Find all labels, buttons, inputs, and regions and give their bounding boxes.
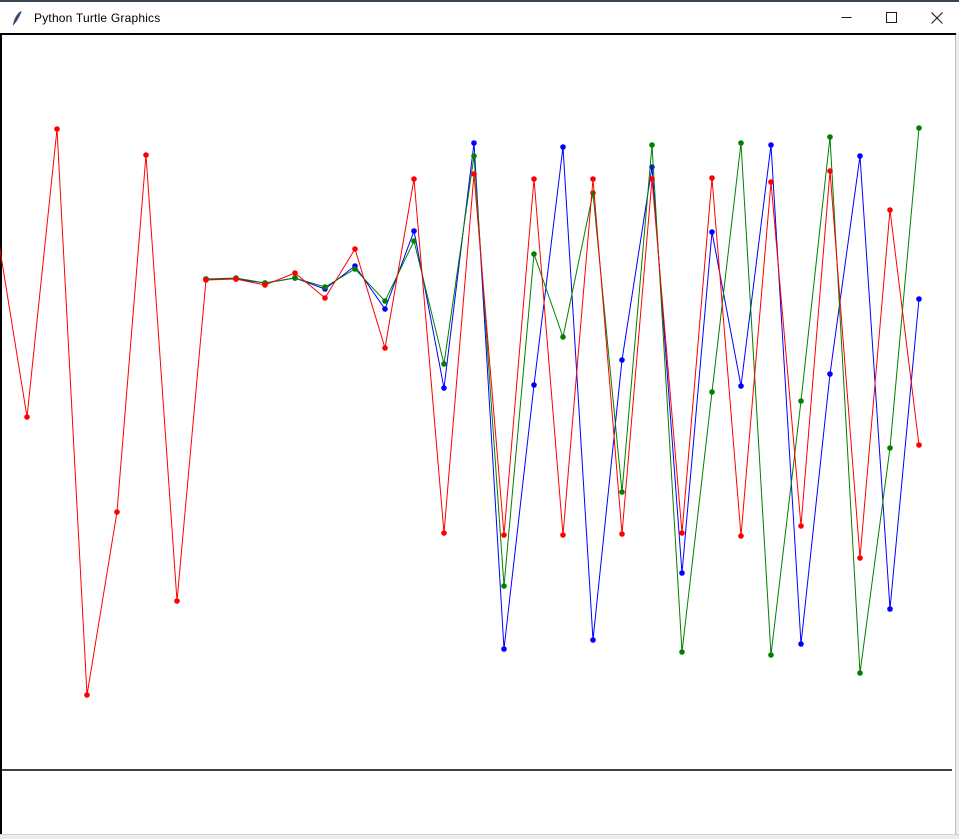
- maximize-icon: [886, 12, 897, 23]
- close-icon: [931, 12, 943, 24]
- window-title: Python Turtle Graphics: [34, 11, 160, 25]
- window-controls: [824, 2, 959, 33]
- window-frame-bottom: [0, 834, 959, 839]
- window-title-bar[interactable]: Python Turtle Graphics: [0, 2, 959, 33]
- minimize-button[interactable]: [824, 2, 869, 33]
- turtle-canvas: [0, 33, 957, 834]
- turtle-graphics-window: Python Turtle Graphics: [0, 0, 959, 839]
- maximize-button[interactable]: [869, 2, 914, 33]
- feather-app-icon: [9, 10, 25, 26]
- minimize-icon: [841, 12, 852, 23]
- close-button[interactable]: [914, 2, 959, 33]
